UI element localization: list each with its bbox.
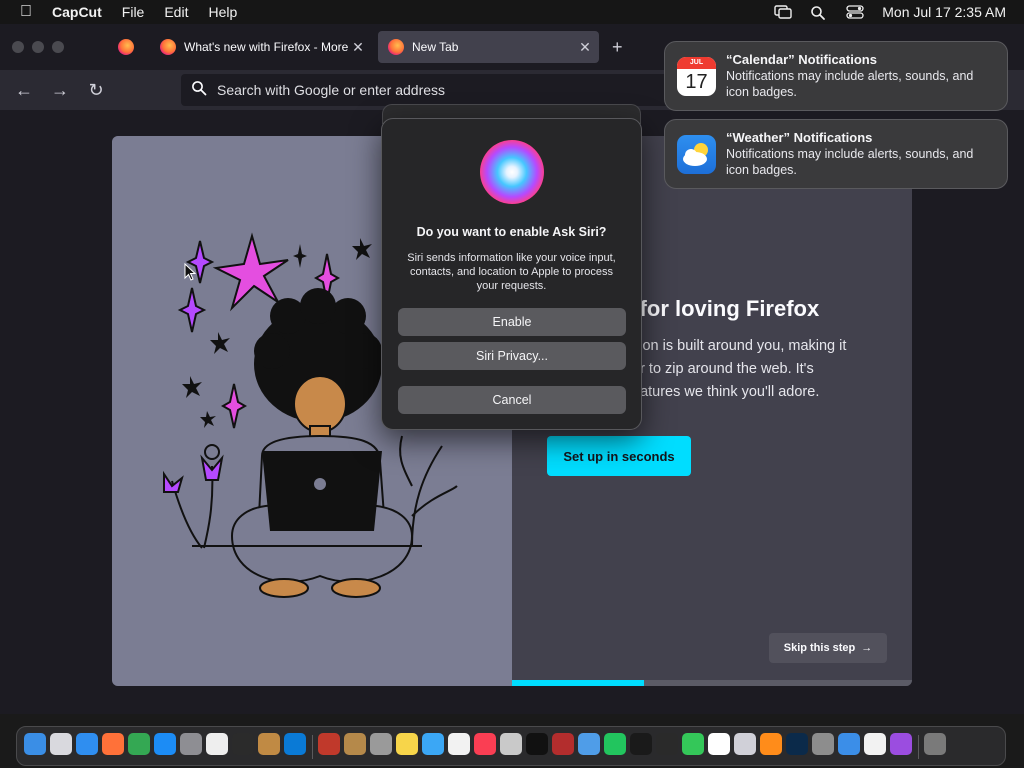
script-editor-icon[interactable] <box>206 733 228 755</box>
mouse-cursor-icon <box>184 263 196 281</box>
enable-button[interactable]: Enable <box>398 308 626 336</box>
tab-title: New Tab <box>412 40 459 54</box>
chrome-icon[interactable] <box>128 733 150 755</box>
reminders-icon[interactable] <box>448 733 470 755</box>
menu-app-name[interactable]: CapCut <box>52 4 102 20</box>
onboarding-title: u for loving Firefox <box>620 296 820 321</box>
menu-bar:  CapCut File Edit Help Mon Jul 17 2:35 … <box>0 0 1024 24</box>
calendar-notification[interactable]: JUL 17 “Calendar” Notifications Notifica… <box>664 41 1008 111</box>
arrow-right-icon: → <box>861 642 873 654</box>
screenshot-icon[interactable] <box>734 733 756 755</box>
red-app-icon[interactable] <box>318 733 340 755</box>
capcut-icon[interactable] <box>526 733 548 755</box>
preview-icon[interactable] <box>578 733 600 755</box>
menu-bar-status: Mon Jul 17 2:35 AM <box>774 0 1024 24</box>
address-input[interactable] <box>217 82 681 98</box>
firefox-favicon-icon <box>388 39 404 55</box>
brush-app-icon[interactable] <box>258 733 280 755</box>
window-zoom-button[interactable] <box>52 41 64 53</box>
terminal-icon[interactable] <box>232 733 254 755</box>
onboarding-progress-fill <box>512 680 644 686</box>
finder-icon[interactable] <box>24 733 46 755</box>
system-settings-icon[interactable] <box>180 733 202 755</box>
firefox-icon[interactable] <box>102 733 124 755</box>
tab-firefox-view[interactable] <box>108 31 144 63</box>
dock <box>16 726 1006 766</box>
podcasts-icon[interactable] <box>890 733 912 755</box>
notification-text: Notifications may include alerts, sounds… <box>726 147 974 177</box>
spotlight-search-icon[interactable] <box>810 5 828 20</box>
launchpad-icon[interactable] <box>50 733 72 755</box>
firefox-favicon-icon <box>160 39 176 55</box>
forward-arrow-icon[interactable]: → <box>49 79 71 101</box>
back-arrow-icon[interactable]: ← <box>13 79 35 101</box>
menu-bar-clock[interactable]: Mon Jul 17 2:35 AM <box>882 4 1006 20</box>
weather-notification[interactable]: “Weather” Notifications Notifications ma… <box>664 119 1008 189</box>
books-icon[interactable] <box>760 733 782 755</box>
notification-title: “Calendar” Notifications <box>726 52 877 67</box>
siri-dialog: Do you want to enable Ask Siri? Siri sen… <box>381 118 642 430</box>
messages-icon[interactable] <box>682 733 704 755</box>
app-store-icon[interactable] <box>154 733 176 755</box>
calendar-icon-day: 17 <box>685 71 708 93</box>
control-center-icon[interactable] <box>846 5 864 19</box>
vscode-icon[interactable] <box>284 733 306 755</box>
onboarding-description-line: sion is built around you, making it <box>632 338 847 354</box>
reload-icon[interactable]: ↻ <box>85 79 107 101</box>
calendar-icon[interactable] <box>708 733 730 755</box>
menu-file[interactable]: File <box>122 4 145 20</box>
siri-dialog-title: Do you want to enable Ask Siri? <box>416 225 607 239</box>
skip-step-label: Skip this step <box>783 642 856 654</box>
calculator-icon[interactable] <box>812 733 834 755</box>
apple-menu-icon[interactable]:  <box>0 3 52 21</box>
tab-title: What's new with Firefox - More <box>184 40 348 54</box>
menu-help[interactable]: Help <box>208 4 237 20</box>
window-close-button[interactable] <box>12 41 24 53</box>
font-book-icon[interactable] <box>500 733 522 755</box>
keynote-icon[interactable] <box>838 733 860 755</box>
apple-tv-icon[interactable] <box>630 733 652 755</box>
new-tab-plus-icon[interactable]: + <box>612 37 623 58</box>
tab-new-tab[interactable]: New Tab ✕ <box>378 31 599 63</box>
notification-title: “Weather” Notifications <box>726 130 873 145</box>
siri-dialog-message: Siri sends information like your voice i… <box>407 252 616 292</box>
photo-app-icon[interactable] <box>370 733 392 755</box>
lightroom-icon[interactable] <box>786 733 808 755</box>
dock-area <box>0 714 1024 768</box>
address-bar[interactable] <box>181 74 681 106</box>
trash-icon[interactable] <box>924 733 946 755</box>
safari-icon[interactable] <box>76 733 98 755</box>
siri-icon <box>480 140 544 204</box>
siri-privacy-button[interactable]: Siri Privacy... <box>398 342 626 370</box>
news-icon[interactable] <box>474 733 496 755</box>
dock-separator <box>312 735 313 759</box>
calendar-icon-month: JUL <box>677 57 716 69</box>
calendar-icon: JUL 17 <box>677 57 716 96</box>
search-icon <box>181 80 217 101</box>
dictionary-icon[interactable] <box>552 733 574 755</box>
screen-mirroring-icon[interactable] <box>774 5 792 19</box>
firefox-logo-icon <box>118 39 134 55</box>
weather-icon <box>677 135 716 174</box>
onboarding-description-line: eatures we think you'll adore. <box>632 384 820 400</box>
tab-whats-new[interactable]: What's new with Firefox - More ✕ <box>150 31 372 63</box>
notes-icon[interactable] <box>396 733 418 755</box>
notification-text: Notifications may include alerts, sounds… <box>726 69 974 99</box>
menu-edit[interactable]: Edit <box>164 4 188 20</box>
cloud-app-icon[interactable] <box>422 733 444 755</box>
find-my-icon[interactable] <box>604 733 626 755</box>
clock-icon[interactable] <box>864 733 886 755</box>
onboarding-progress-bar <box>512 680 912 686</box>
stocks-icon[interactable] <box>656 733 678 755</box>
folder-app-icon[interactable] <box>344 733 366 755</box>
onboarding-description: sion is built around you, making it er t… <box>632 335 882 404</box>
skip-step-button[interactable]: Skip this step → <box>769 633 887 663</box>
cancel-button[interactable]: Cancel <box>398 386 626 414</box>
onboarding-description-line: er to zip around the web. It's <box>632 361 814 377</box>
tab-close-icon[interactable]: ✕ <box>348 39 368 56</box>
tab-close-icon[interactable]: ✕ <box>575 39 595 56</box>
set-up-button[interactable]: Set up in seconds <box>547 436 691 476</box>
dock-separator <box>918 735 919 759</box>
window-minimize-button[interactable] <box>32 41 44 53</box>
